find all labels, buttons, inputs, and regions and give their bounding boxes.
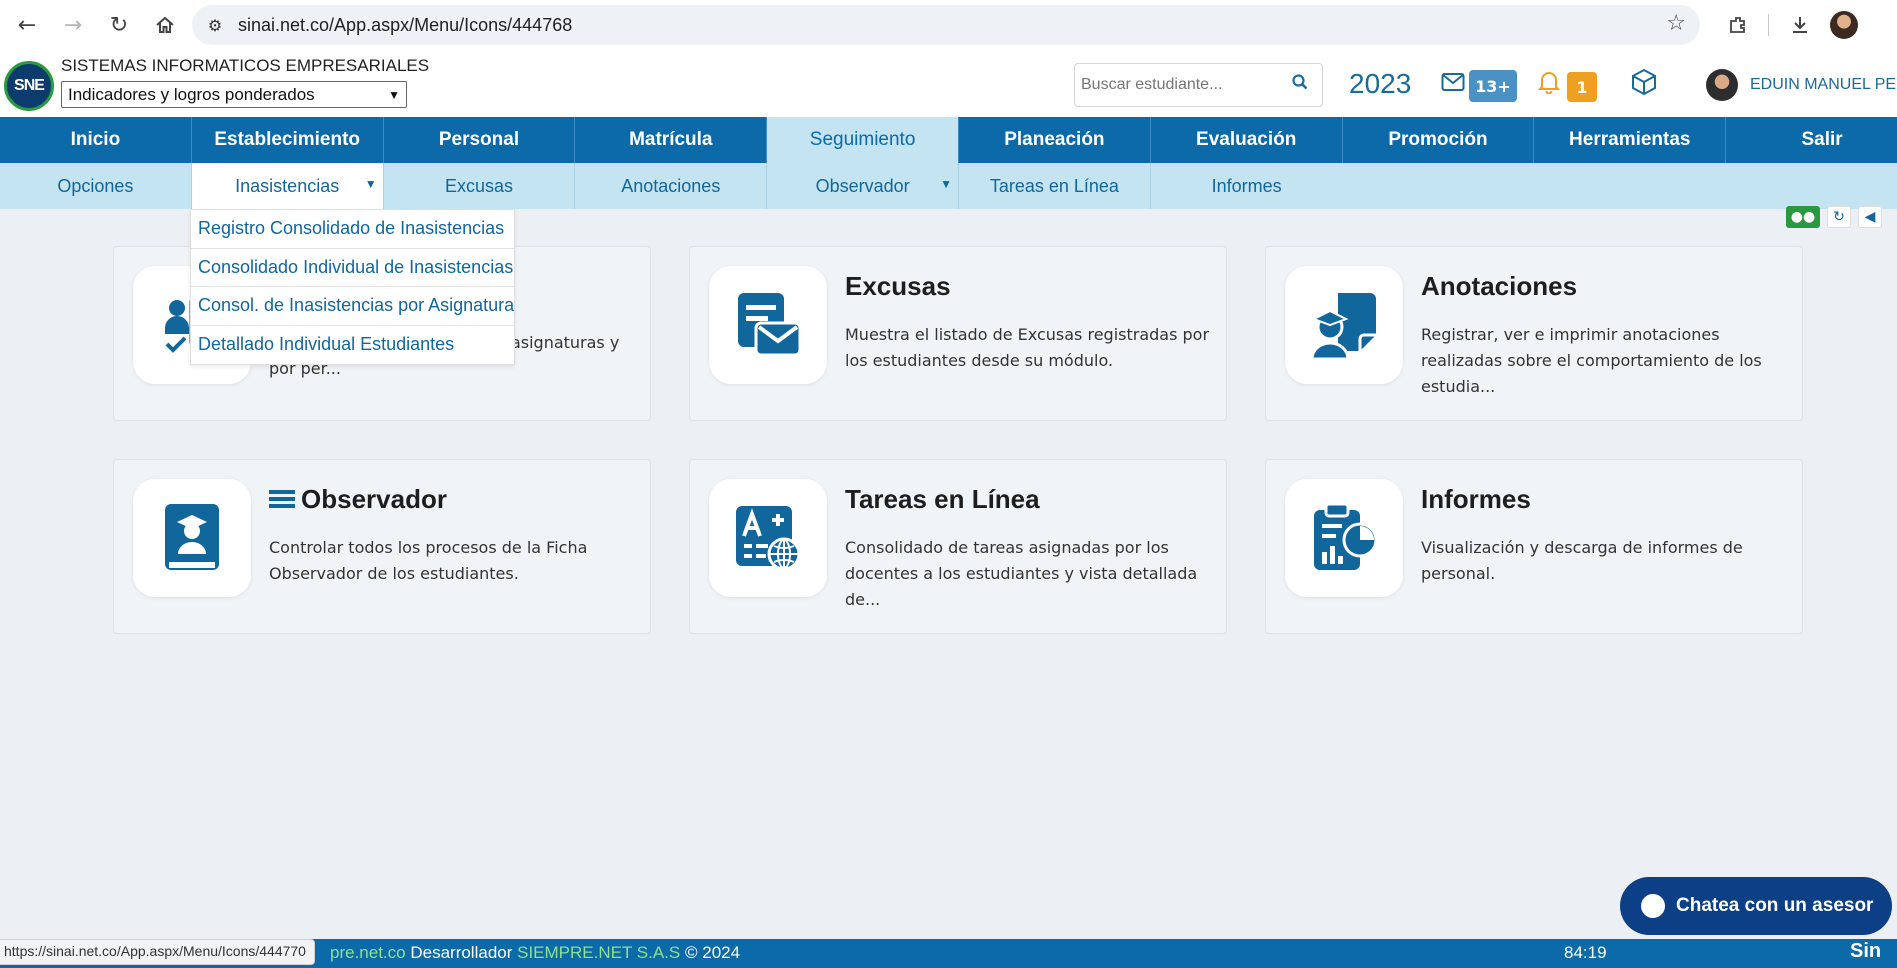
footer-copyright: © 2024 [684, 943, 741, 962]
address-url[interactable]: sinai.net.co/App.aspx/Menu/Icons/444768 [238, 15, 572, 36]
subnav-item-informes[interactable]: Informes [1151, 163, 1343, 209]
card-observador[interactable]: Observador Controlar todos los procesos … [113, 459, 651, 634]
session-timer: 84:19 [1564, 943, 1607, 962]
card-title: Anotaciones [1421, 271, 1578, 301]
card-informes[interactable]: Informes Visualización y descarga de inf… [1265, 459, 1803, 634]
inasistencias-dropdown: Registro Consolidado de Inasistencias Co… [190, 209, 515, 365]
card-anotaciones[interactable]: Anotaciones Registrar, ver e imprimir an… [1265, 246, 1803, 421]
envelope-document-icon [709, 266, 827, 384]
back-icon[interactable]: ← [4, 2, 50, 48]
online-tasks-icon [709, 479, 827, 597]
nav-item-personal[interactable]: Personal [384, 117, 576, 163]
user-avatar[interactable] [1706, 69, 1738, 101]
year-label[interactable]: 2023 [1349, 68, 1411, 100]
mail-icon[interactable] [1441, 72, 1465, 96]
dropdown-item-por-asignatura[interactable]: Consol. de Inasistencias por Asignatura [191, 287, 514, 326]
card-description: Muestra el listado de Excusas registrada… [845, 325, 1210, 370]
module-selector-value: Indicadores y logros ponderados [68, 84, 315, 104]
subnav-label: Inasistencias [235, 175, 340, 196]
chat-button[interactable]: Chatea con un asesor [1620, 877, 1892, 935]
footer-text: pre.net.co Desarrollador SIEMPRE.NET S.A… [330, 943, 740, 963]
nav-item-herramientas[interactable]: Herramientas [1534, 117, 1727, 163]
cube-icon[interactable] [1630, 68, 1658, 103]
nav-item-planeacion[interactable]: Planeación [959, 117, 1151, 163]
nav-item-inicio[interactable]: Inicio [0, 117, 192, 163]
card-title: Informes [1421, 484, 1531, 514]
card-title: Excusas [845, 271, 951, 301]
download-icon[interactable] [1778, 3, 1822, 47]
subnav-label: Tareas en Línea [989, 175, 1119, 196]
main-nav: Inicio Establecimiento Personal Matrícul… [0, 117, 1897, 163]
dropdown-item-registro-consolidado[interactable]: Registro Consolidado de Inasistencias [191, 210, 514, 249]
card-description: Controlar todos los procesos de la Ficha… [269, 538, 588, 583]
module-selector[interactable]: Indicadores y logros ponderados ▼ [61, 81, 407, 108]
subnav-item-anotaciones[interactable]: Anotaciones [575, 163, 768, 209]
mail-count-badge[interactable]: 13+ [1469, 70, 1517, 102]
subnav-label: Excusas [444, 175, 513, 196]
toolbar-divider [1768, 14, 1769, 36]
back-circle-icon[interactable]: ◀ [1858, 206, 1882, 228]
search-icon[interactable] [1292, 74, 1308, 95]
subnav-label: Anotaciones [621, 175, 721, 196]
dropdown-arrow-icon: ▼ [364, 177, 377, 191]
dropdown-arrow-icon: ▼ [940, 177, 952, 191]
dropdown-item-consolidado-individual[interactable]: Consolidado Individual de Inasistencias [191, 249, 514, 287]
menu-icon[interactable] [269, 487, 295, 511]
forward-icon[interactable]: → [50, 2, 96, 48]
refresh-icon[interactable]: ↻ [1827, 206, 1851, 228]
card-title: Tareas en Línea [845, 484, 1040, 514]
footer-brand: Sin [1850, 940, 1882, 962]
chat-label: Chatea con un asesor [1676, 895, 1874, 916]
report-chart-icon [1285, 479, 1403, 597]
nav-item-matricula[interactable]: Matrícula [575, 117, 768, 163]
nav-item-salir[interactable]: Salir [1726, 117, 1897, 163]
app-logo[interactable]: SNE [4, 61, 54, 111]
notification-count-badge[interactable]: 1 [1567, 72, 1597, 102]
nav-item-promocion[interactable]: Promoción [1343, 117, 1535, 163]
card-description: Registrar, ver e imprimir anotaciones re… [1421, 325, 1762, 396]
home-icon[interactable] [142, 2, 188, 48]
card-description: Consolidado de tareas asignadas por los … [845, 538, 1198, 609]
user-name[interactable]: EDUIN MANUEL PE... [1750, 76, 1897, 94]
student-search[interactable] [1074, 63, 1323, 107]
nav-item-establecimiento[interactable]: Establecimiento [192, 117, 384, 163]
subnav-item-observador[interactable]: Observador ▼ [767, 163, 959, 209]
extensions-icon[interactable] [1716, 3, 1760, 47]
footer-developer-label: Desarrollador [410, 943, 513, 962]
subnav-item-inasistencias[interactable]: Inasistencias ▼ [191, 163, 384, 209]
bell-icon[interactable] [1537, 70, 1561, 100]
site-info-icon[interactable]: ⚙ [192, 16, 238, 35]
search-input[interactable] [1081, 76, 1281, 94]
export-icon[interactable]: ●● [1786, 206, 1820, 228]
status-bar-url: https://sinai.net.co/App.aspx/Menu/Icons… [0, 939, 315, 965]
subnav-label: Opciones [57, 175, 134, 196]
company-name: SISTEMAS INFORMATICOS EMPRESARIALES [61, 56, 430, 75]
reload-icon[interactable]: ↻ [96, 2, 142, 48]
student-note-icon [1285, 266, 1403, 384]
address-bar[interactable]: ⚙ sinai.net.co/App.aspx/Menu/Icons/44476… [192, 5, 1700, 45]
card-title: Observador [269, 484, 447, 515]
student-book-icon [133, 479, 251, 597]
card-tareas-en-linea[interactable]: Tareas en Línea Consolidado de tareas as… [689, 459, 1227, 634]
nav-item-seguimiento[interactable]: Seguimiento [767, 117, 959, 163]
subnav-label: Informes [1211, 175, 1282, 196]
subnav-item-opciones[interactable]: Opciones [0, 163, 192, 209]
card-excusas[interactable]: Excusas Muestra el listado de Excusas re… [689, 246, 1227, 421]
dropdown-item-detallado-individual[interactable]: Detallado Individual Estudiantes [191, 326, 514, 365]
subnav-label: Observador [815, 175, 910, 196]
browser-toolbar: ← → ↻ ⚙ sinai.net.co/App.aspx/Menu/Icons… [0, 0, 1897, 50]
card-title-text: Observador [301, 484, 447, 514]
nav-item-evaluacion[interactable]: Evaluación [1151, 117, 1343, 163]
footer-company[interactable]: SIEMPRE.NET S.A.S [517, 943, 680, 962]
profile-avatar[interactable] [1822, 3, 1866, 47]
chevron-down-icon: ▼ [388, 87, 400, 102]
subnav-item-excusas[interactable]: Excusas [384, 163, 576, 209]
bookmark-star-icon[interactable]: ☆ [1666, 11, 1686, 36]
footer-domain: pre.net.co [330, 943, 406, 962]
chat-bubble-icon [1641, 894, 1665, 918]
card-description: Visualización y descarga de informes de … [1421, 538, 1743, 583]
sub-nav: Opciones Inasistencias ▼ Excusas Anotaci… [0, 163, 1897, 209]
subnav-item-tareas[interactable]: Tareas en Línea [959, 163, 1151, 209]
